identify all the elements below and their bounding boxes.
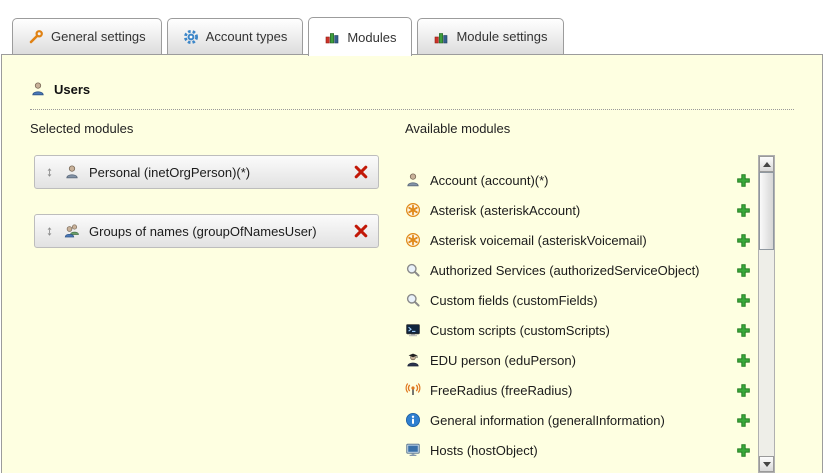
modules-icon [324,29,340,45]
scroll-down-button[interactable] [759,456,774,472]
tab-modules[interactable]: Modules [308,17,412,56]
users-section-header: Users [30,81,794,110]
available-module-label: Custom scripts (customScripts) [430,323,727,338]
tab-general-settings[interactable]: General settings [12,18,162,54]
magnifier-icon [405,292,421,308]
add-icon[interactable] [736,233,751,248]
available-module-label: Account (account)(*) [430,173,727,188]
info-icon [405,412,421,428]
scrollbar[interactable] [758,155,775,473]
selected-modules-heading: Selected modules [30,121,133,136]
available-module-label: Asterisk (asteriskAccount) [430,203,727,218]
group-icon [64,223,80,239]
available-module-row: Authorized Services (authorizedServiceOb… [405,255,751,285]
terminal-icon [405,322,421,338]
available-module-row: Custom scripts (customScripts) [405,315,751,345]
selected-module-label: Personal (inetOrgPerson)(*) [89,165,344,180]
sort-handle-icon[interactable] [44,165,55,180]
modules-panel: Users Selected modules Available modules… [1,54,823,473]
tab-label: Module settings [456,29,547,44]
asterisk-icon [405,202,421,218]
available-module-label: Asterisk voicemail (asteriskVoicemail) [430,233,727,248]
add-icon[interactable] [736,413,751,428]
available-module-row: General information (generalInformation) [405,405,751,435]
add-icon[interactable] [736,293,751,308]
user-icon [30,81,46,97]
add-icon[interactable] [736,173,751,188]
available-module-label: Custom fields (customFields) [430,293,727,308]
tab-label: Account types [206,29,288,44]
available-module-label: EDU person (eduPerson) [430,353,727,368]
selected-module-row[interactable]: Personal (inetOrgPerson)(*) [34,155,379,189]
tab-bar: General settings Account types Modules M… [12,18,564,54]
arrow-up-icon [763,162,771,167]
add-icon[interactable] [736,353,751,368]
arrow-down-icon [763,462,771,467]
module-settings-icon [433,29,449,45]
antenna-icon [405,382,421,398]
available-module-row: Account (account)(*) [405,165,751,195]
tab-account-types[interactable]: Account types [167,18,304,54]
asterisk-icon [405,232,421,248]
selected-modules-list: Personal (inetOrgPerson)(*) Groups of na… [34,155,379,248]
person-icon [64,164,80,180]
gear-icon [183,29,199,45]
available-module-label: General information (generalInformation) [430,413,727,428]
tab-label: General settings [51,29,146,44]
available-module-row: Hosts (hostObject) [405,435,751,465]
magnifier-icon [405,262,421,278]
available-module-row: Custom fields (customFields) [405,285,751,315]
available-module-label: Hosts (hostObject) [430,443,727,458]
computer-icon [405,442,421,458]
tab-module-settings[interactable]: Module settings [417,18,563,54]
available-module-row: FreeRadius (freeRadius) [405,375,751,405]
sort-handle-icon[interactable] [44,224,55,239]
lam-configuration-page: General settings Account types Modules M… [0,0,824,473]
available-modules-list: Account (account)(*) Asterisk (asteriskA… [405,165,751,465]
delete-icon[interactable] [353,223,369,239]
selected-module-row[interactable]: Groups of names (groupOfNamesUser) [34,214,379,248]
wrench-icon [28,29,44,45]
person-icon [405,172,421,188]
available-module-label: FreeRadius (freeRadius) [430,383,727,398]
add-icon[interactable] [736,323,751,338]
scrollbar-track[interactable] [759,172,774,456]
available-module-row: Asterisk voicemail (asteriskVoicemail) [405,225,751,255]
selected-module-label: Groups of names (groupOfNamesUser) [89,224,344,239]
add-icon[interactable] [736,203,751,218]
scroll-up-button[interactable] [759,156,774,172]
available-module-row: Asterisk (asteriskAccount) [405,195,751,225]
section-title: Users [54,82,90,97]
add-icon[interactable] [736,263,751,278]
delete-icon[interactable] [353,164,369,180]
add-icon[interactable] [736,443,751,458]
available-module-label: Authorized Services (authorizedServiceOb… [430,263,727,278]
scrollbar-thumb[interactable] [759,172,774,250]
graduate-icon [405,352,421,368]
tab-label: Modules [347,30,396,45]
add-icon[interactable] [736,383,751,398]
available-module-row: EDU person (eduPerson) [405,345,751,375]
available-modules-heading: Available modules [405,121,510,136]
